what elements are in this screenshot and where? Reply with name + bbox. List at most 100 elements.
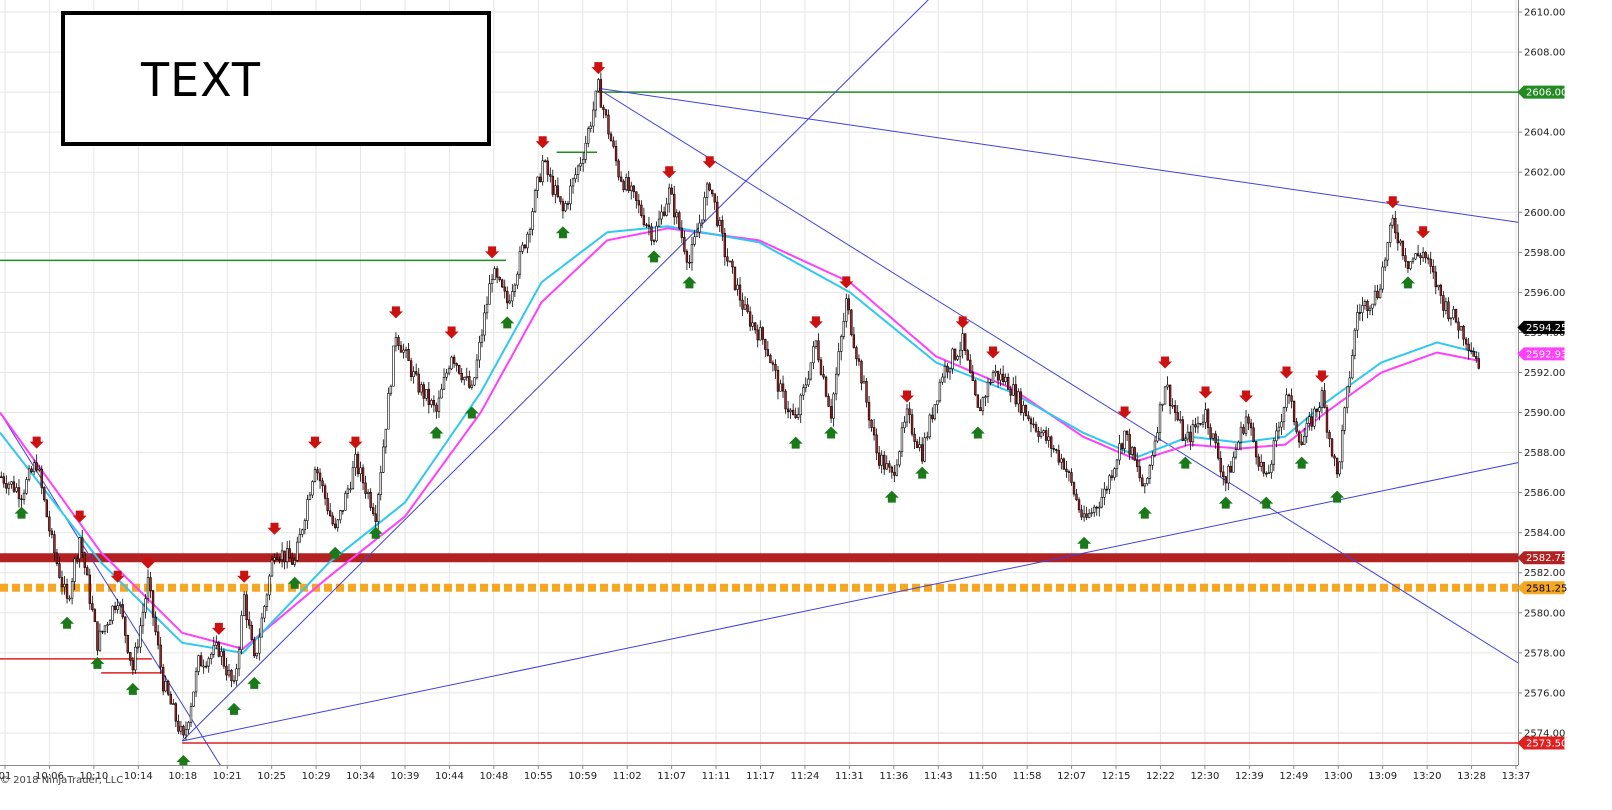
candle-body — [427, 389, 431, 405]
candle-body — [280, 550, 284, 560]
candle-body — [936, 400, 939, 405]
candle-body — [134, 646, 137, 671]
candle-body — [387, 393, 390, 430]
candle-body — [268, 575, 271, 596]
candle-body — [675, 212, 678, 218]
candle-body — [1320, 390, 1324, 409]
candle-body — [65, 584, 69, 599]
candle-body — [612, 140, 615, 147]
candle-body — [75, 558, 79, 561]
candle-body — [1361, 305, 1364, 313]
candle-body — [903, 421, 906, 429]
candle-body — [417, 373, 420, 393]
sell-arrow-marker — [1117, 406, 1132, 419]
time-axis[interactable]: 01 10:06 10:10 10:14 10:18 10:21 10:25 10:29 10:… — [0, 765, 1612, 810]
candle-body — [1181, 419, 1184, 441]
candle-body — [521, 244, 524, 252]
candle-body — [817, 340, 820, 361]
candle-body — [230, 670, 233, 681]
candle-body — [382, 446, 385, 473]
candle-body — [1146, 477, 1149, 485]
time-tick-label: 10:34 — [346, 771, 375, 782]
candle-body — [721, 220, 724, 234]
candle-body — [1072, 482, 1076, 495]
candle-body — [1318, 407, 1321, 412]
candle-body — [1282, 407, 1286, 423]
candle-body — [32, 462, 36, 473]
candle-body — [0, 476, 3, 478]
candle-body — [1136, 459, 1139, 467]
candle-body — [298, 534, 301, 543]
price-tick-label: 2588.00 — [1524, 448, 1565, 459]
candle-body — [807, 378, 810, 386]
candle-body — [1242, 426, 1245, 434]
candle-body — [685, 251, 689, 263]
candle-body — [323, 485, 327, 499]
candle-body — [604, 109, 608, 116]
candle-body — [791, 409, 795, 415]
candle-body — [1406, 261, 1410, 269]
candle-body — [756, 329, 759, 341]
candle-body — [895, 464, 899, 476]
candle-body — [389, 385, 393, 394]
candle-body — [814, 340, 818, 347]
candle-body — [1310, 416, 1313, 427]
price-axis[interactable]: 2574.002576.002578.002580.002582.002584.… — [1518, 0, 1612, 810]
candle-body — [1267, 472, 1270, 474]
candle-body — [713, 193, 716, 203]
candle-body — [1343, 407, 1346, 431]
candle-body — [979, 407, 982, 412]
candle-body — [1090, 512, 1093, 514]
candle-body — [1022, 404, 1025, 414]
candle-body — [409, 360, 413, 377]
candle-body — [1113, 468, 1116, 478]
candle-body — [1371, 303, 1374, 309]
candle-body — [108, 620, 112, 625]
time-tick-label: 12:49 — [1279, 771, 1308, 782]
buy-arrow-marker — [429, 426, 444, 439]
candle-body — [144, 598, 147, 613]
candle-body — [564, 203, 567, 212]
candle-body — [1047, 436, 1050, 441]
candle-body — [1019, 391, 1023, 414]
candle-body — [1060, 458, 1063, 463]
candle-body — [384, 428, 388, 448]
candle-body — [1432, 265, 1435, 273]
candle-body — [432, 400, 436, 406]
time-tick-label: 12:39 — [1235, 771, 1264, 782]
candle-body — [167, 681, 170, 695]
candle-body — [205, 665, 208, 668]
candle-body — [1249, 422, 1253, 429]
candle-body — [774, 363, 777, 371]
candle-body — [354, 453, 357, 469]
candle-body — [645, 224, 648, 227]
candle-body — [43, 487, 46, 501]
candle-body — [857, 358, 861, 362]
candle-body — [7, 483, 11, 489]
candle-body — [450, 356, 453, 370]
candle-body — [326, 497, 329, 512]
candle-body — [371, 507, 375, 515]
candle-body — [660, 211, 663, 220]
candle-body — [392, 345, 395, 387]
candle-body — [1014, 384, 1017, 405]
candle-body — [159, 644, 162, 668]
candle-body — [156, 631, 160, 646]
candle-body — [1143, 483, 1147, 487]
sell-arrow-marker — [72, 510, 87, 523]
candle-body — [245, 594, 248, 621]
candle-body — [597, 79, 600, 92]
candle-body — [485, 303, 489, 314]
candle-body — [594, 90, 598, 111]
candle-body — [766, 349, 770, 356]
candle-body — [136, 646, 140, 649]
candle-body — [1247, 416, 1250, 424]
candle-body — [961, 333, 964, 351]
candle-body — [561, 201, 565, 212]
candle-body — [511, 291, 514, 302]
candle-body — [20, 498, 23, 501]
time-tick-label: 10:44 — [435, 771, 464, 782]
candle-body — [316, 469, 319, 474]
annotation-text-box[interactable]: TEXT — [61, 11, 491, 146]
candle-body — [1265, 472, 1268, 475]
